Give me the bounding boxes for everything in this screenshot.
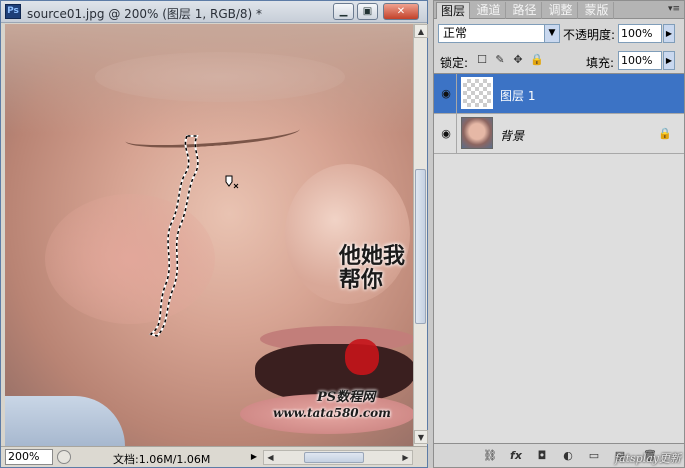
lock-label: 锁定:	[440, 56, 469, 70]
blend-opacity-row: 正常 ▼ 不透明度: 100% ▶	[434, 21, 684, 47]
layer-row-layer1[interactable]: ◉ 图层 1	[434, 74, 684, 114]
minimize-button[interactable]: ▁	[333, 3, 354, 20]
tab-layers[interactable]: 图层	[436, 2, 470, 19]
lasso-cursor-icon	[225, 175, 239, 189]
layer-thumbnail	[461, 117, 493, 149]
tab-adjustments[interactable]: 调整	[544, 2, 578, 19]
layer-thumbnail	[461, 77, 493, 109]
zoom-level-field[interactable]: 200%	[5, 449, 53, 465]
scroll-up-icon[interactable]: ▲	[414, 24, 428, 38]
layers-list: ◉ 图层 1 ◉ 背景 🔒	[434, 73, 684, 443]
opacity-field[interactable]: 100%	[618, 24, 662, 43]
fill-label: 填充:	[586, 56, 615, 70]
adjustment-layer-icon[interactable]: ◐	[560, 449, 576, 463]
lock-all-icon[interactable]: 🔒	[530, 54, 544, 66]
panel-tabs: 图层 通道 路径 调整 蒙版 ▾≡	[434, 1, 684, 19]
tab-paths[interactable]: 路径	[508, 2, 542, 19]
horizontal-scroll-thumb[interactable]	[304, 452, 364, 463]
layer-name: 背景	[500, 129, 525, 143]
visibility-eye-icon[interactable]: ◉	[436, 114, 457, 154]
layer-name: 图层 1	[500, 89, 536, 103]
maximize-button[interactable]: ▣	[357, 3, 378, 20]
add-mask-icon[interactable]: ◘	[534, 449, 550, 463]
close-button[interactable]: ✕	[383, 3, 419, 20]
image-canvas[interactable]: 他她我帮你 PS数程网 www.tata580.com	[5, 24, 413, 446]
visibility-eye-icon[interactable]: ◉	[436, 74, 457, 114]
blend-mode-value: 正常	[443, 26, 468, 40]
lock-position-icon[interactable]: ✥	[512, 54, 524, 66]
photoshop-workspace: Ps source01.jpg @ 200% (图层 1, RGB/8) * ▁…	[0, 0, 685, 468]
tab-masks[interactable]: 蒙版	[580, 2, 614, 19]
layer-style-icon[interactable]: fx	[508, 449, 524, 463]
vertical-scrollbar[interactable]: ▲ ▼	[413, 24, 428, 446]
blend-mode-select[interactable]: 正常 ▼	[438, 24, 560, 43]
layers-panel: 图层 通道 路径 调整 蒙版 ▾≡ 正常 ▼ 不透明度: 100% ▶ 锁定: …	[433, 0, 685, 468]
lock-fill-row: 锁定: ☐ ✎ ✥ 🔒 填充: 100% ▶	[434, 47, 684, 73]
layer-lock-icon: 🔒	[658, 127, 672, 140]
red-seal	[345, 339, 379, 375]
watermark-line-2: www.tata580.com	[273, 406, 391, 420]
status-bar: 200% 文档:1.06M/1.06M ▶ ◀ ▶	[1, 446, 427, 467]
status-options-icon[interactable]	[57, 450, 71, 464]
scroll-left-icon[interactable]: ◀	[264, 451, 277, 464]
document-window: Ps source01.jpg @ 200% (图层 1, RGB/8) * ▁…	[0, 0, 428, 468]
credit-watermark: fatsplay更新	[614, 452, 681, 465]
fill-slider-icon[interactable]: ▶	[663, 51, 675, 70]
document-size-info: 文档:1.06M/1.06M	[113, 453, 211, 466]
document-titlebar[interactable]: Ps source01.jpg @ 200% (图层 1, RGB/8) * ▁…	[1, 1, 427, 23]
horizontal-scrollbar[interactable]: ◀ ▶	[263, 450, 413, 465]
chevron-down-icon[interactable]: ▼	[544, 25, 559, 42]
status-menu-arrow-icon[interactable]: ▶	[248, 451, 260, 463]
document-title: source01.jpg @ 200% (图层 1, RGB/8) *	[27, 7, 263, 21]
panel-menu-icon[interactable]: ▾≡	[667, 2, 681, 17]
fill-field[interactable]: 100%	[618, 51, 662, 70]
link-layers-icon[interactable]: ⛓	[482, 449, 498, 463]
scroll-right-icon[interactable]: ▶	[399, 451, 412, 464]
vertical-scroll-thumb[interactable]	[415, 169, 426, 324]
lock-pixels-icon[interactable]: ✎	[494, 54, 506, 66]
calligraphy-stamp: 他她我帮你	[335, 244, 413, 394]
tab-channels[interactable]: 通道	[472, 2, 506, 19]
lock-transparency-icon[interactable]: ☐	[476, 54, 488, 66]
opacity-label: 不透明度:	[563, 28, 616, 42]
new-group-icon[interactable]: ▭	[586, 449, 602, 463]
photoshop-logo-icon: Ps	[5, 4, 21, 19]
layer-row-background[interactable]: ◉ 背景 🔒	[434, 114, 684, 154]
watermark-line-1: PS数程网	[317, 390, 376, 405]
opacity-slider-icon[interactable]: ▶	[663, 24, 675, 43]
scroll-down-icon[interactable]: ▼	[414, 430, 428, 444]
calligraphy-text: 他她我帮你	[339, 243, 406, 293]
